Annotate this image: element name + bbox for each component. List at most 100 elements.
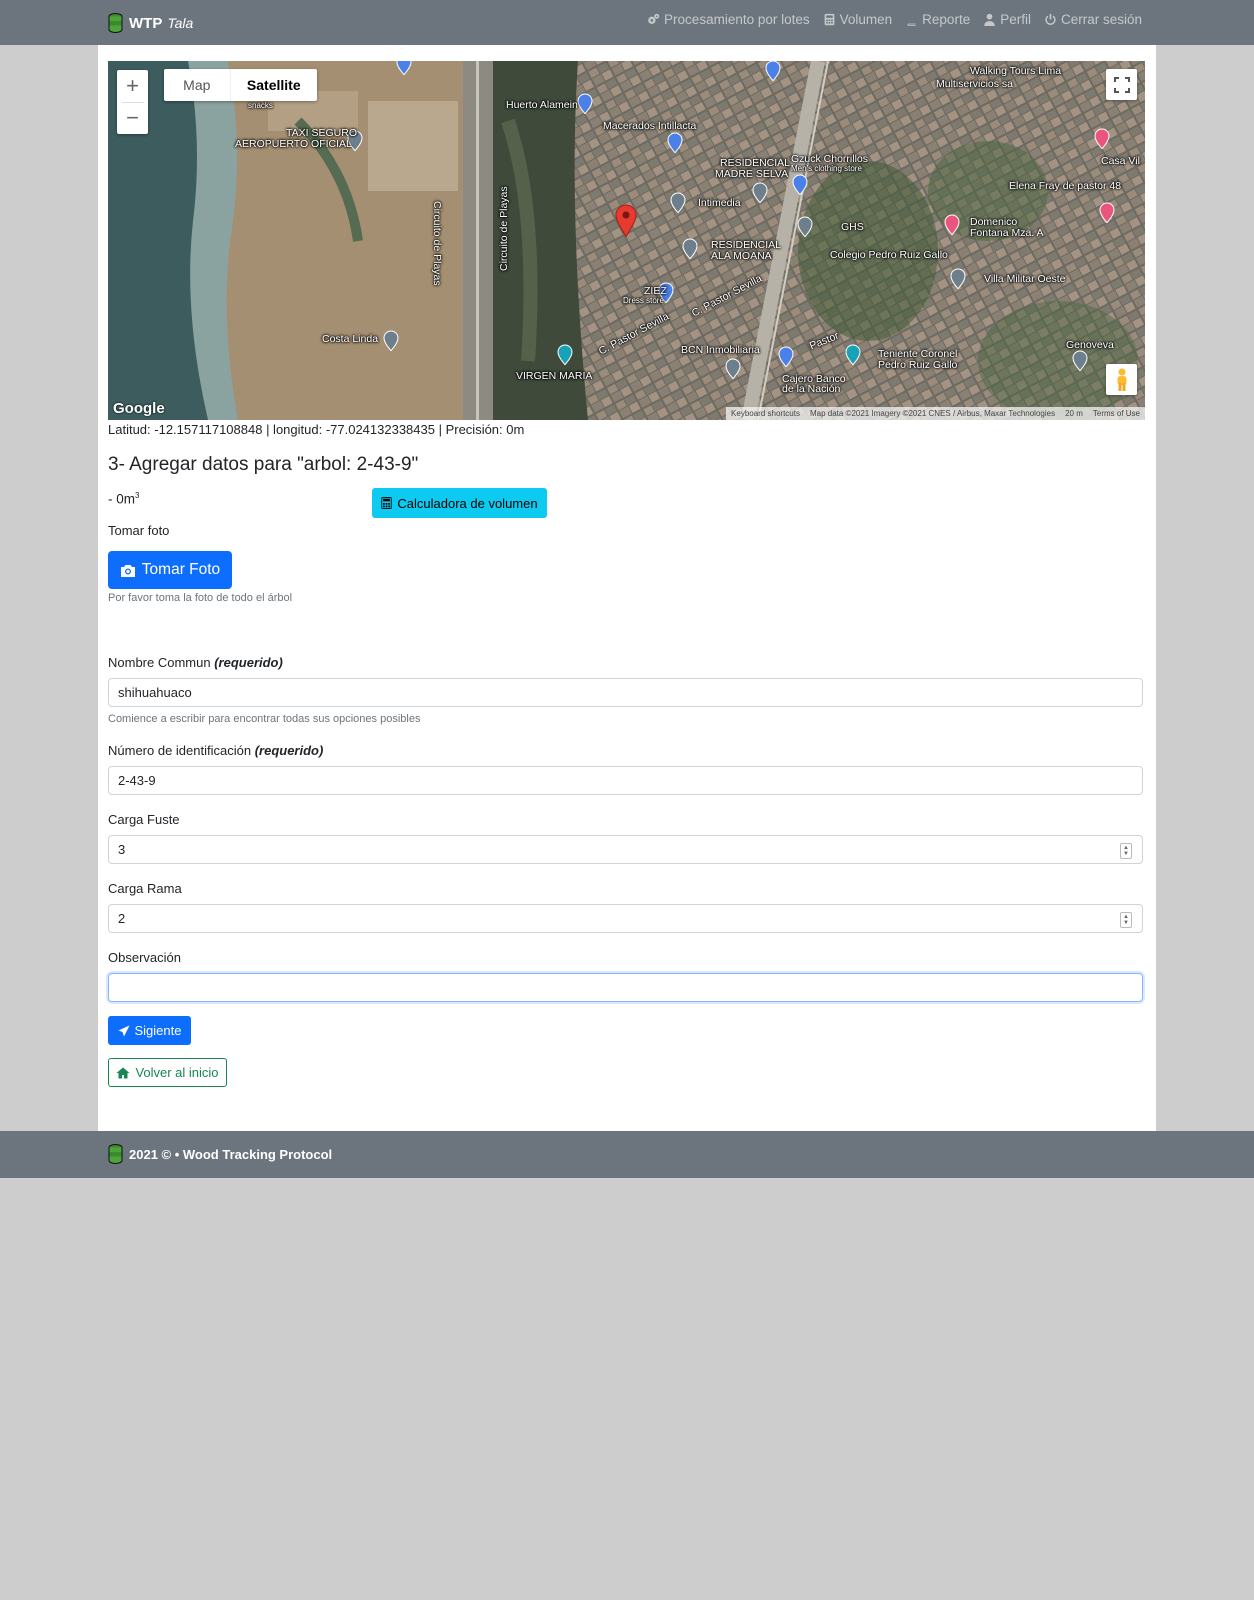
map-label: Intimedia bbox=[698, 197, 741, 209]
map-label: Men's clothing store bbox=[791, 164, 862, 173]
nav-label: Reporte bbox=[922, 12, 971, 27]
database-icon bbox=[108, 1144, 123, 1164]
map-label: de la Nación bbox=[782, 383, 841, 395]
id-number-label: Número de identificación (requerido) bbox=[108, 743, 323, 758]
common-name-help-text: Comience a escribir para encontrar todas… bbox=[108, 713, 421, 725]
map-label: Genoveva bbox=[1066, 339, 1114, 351]
street-view-pegman[interactable] bbox=[1106, 364, 1137, 395]
map-label: ALA MOANA bbox=[711, 250, 772, 262]
nav-label: Cerrar sesión bbox=[1060, 12, 1142, 27]
map-label: VIRGEN MARIA bbox=[516, 370, 593, 382]
map-label: Huerto Alamein bbox=[506, 99, 578, 111]
map-label: AEROPUERTO OFICIAL bbox=[235, 138, 352, 150]
map-label: Elena Fray de pastor 48 bbox=[1009, 180, 1122, 192]
button-label: Sigiente bbox=[134, 1023, 182, 1038]
carga-fuste-input[interactable]: 3 ▲ ▼ bbox=[108, 835, 1143, 864]
nav-label: Volumen bbox=[839, 12, 893, 27]
stepper-down-icon[interactable]: ▼ bbox=[1123, 920, 1129, 926]
nav-perfil[interactable]: Perfil bbox=[983, 12, 1031, 27]
zoom-out-button[interactable]: − bbox=[117, 102, 148, 134]
coordinates-readout: Latitud: -12.157117108848 | longitud: -7… bbox=[108, 422, 525, 437]
observacion-input[interactable] bbox=[108, 973, 1143, 1002]
brand-subtitle: Tala bbox=[167, 15, 194, 31]
gears-icon bbox=[648, 13, 660, 24]
map-label: BCN Inmobiliaria bbox=[681, 344, 760, 356]
satellite-map[interactable]: Huerto Alamein Macerados Intillacta Walk… bbox=[108, 61, 1145, 420]
back-home-button[interactable]: Volver al inicio bbox=[108, 1058, 227, 1087]
stepper-down-icon[interactable]: ▼ bbox=[1123, 851, 1129, 857]
map-label: Pedro Ruiz Gallo bbox=[878, 359, 958, 371]
brand[interactable]: WTP Tala bbox=[108, 12, 193, 34]
volume-text: - 0m bbox=[108, 491, 135, 507]
next-button[interactable]: Sigiente bbox=[108, 1016, 191, 1045]
volume-calculator-button[interactable]: Calculadora de volumen bbox=[372, 488, 547, 518]
fullscreen-icon bbox=[1113, 76, 1130, 93]
map-label: GHS bbox=[841, 221, 864, 233]
button-label: Calculadora de volumen bbox=[397, 495, 538, 511]
number-stepper[interactable]: ▲ ▼ bbox=[1120, 843, 1132, 859]
required-tag: (requerido) bbox=[254, 743, 324, 758]
map-label: Circuito de Playas bbox=[431, 201, 443, 286]
input-value: shihuahuaco bbox=[118, 685, 192, 700]
carga-rama-label: Carga Rama bbox=[108, 881, 182, 896]
map-label: Colegio Pedro Ruiz Gallo bbox=[830, 249, 948, 261]
book-icon bbox=[907, 13, 916, 26]
input-value: 2-43-9 bbox=[118, 773, 156, 788]
common-name-input[interactable]: shihuahuaco bbox=[108, 678, 1143, 707]
paper-plane-icon bbox=[118, 1025, 129, 1036]
footer-text-group: 2021 © • Wood Tracking Protocol bbox=[108, 1144, 332, 1164]
power-icon bbox=[1045, 13, 1056, 25]
map-label: Multiservicios sa bbox=[936, 78, 1014, 90]
nav-label: Perfil bbox=[1000, 12, 1031, 27]
map-label: Costa Linda bbox=[322, 333, 379, 345]
map-type-map-button[interactable]: Map bbox=[164, 69, 231, 101]
map-label: Circuito de Playas bbox=[498, 186, 510, 271]
zoom-in-button[interactable]: + bbox=[117, 70, 148, 102]
map-label: Fontana Mza. A bbox=[970, 227, 1044, 239]
brand-name: WTP bbox=[129, 14, 163, 32]
number-stepper[interactable]: ▲ ▼ bbox=[1120, 912, 1132, 928]
button-label: Tomar Foto bbox=[141, 561, 221, 578]
home-icon bbox=[116, 1067, 130, 1078]
map-label: snacks bbox=[248, 101, 273, 110]
map-label: Villa Militar Oeste bbox=[984, 273, 1066, 285]
volume-unit-sup: 3 bbox=[135, 491, 140, 500]
label-text: Número de identificación bbox=[108, 743, 252, 758]
common-name-label: Nombre Commun (requerido) bbox=[108, 655, 283, 670]
take-photo-button[interactable]: Tomar Foto bbox=[108, 551, 232, 589]
keyboard-shortcuts-link[interactable]: Keyboard shortcuts bbox=[731, 409, 800, 418]
nav-label: Procesamiento por lotes bbox=[664, 12, 810, 27]
terms-of-use-link[interactable]: Terms of Use bbox=[1093, 409, 1140, 418]
page-title: 3- Agregar datos para "arbol: 2-43-9" bbox=[108, 454, 419, 475]
calculator-icon bbox=[824, 13, 834, 26]
camera-icon bbox=[120, 564, 135, 577]
id-number-input[interactable]: 2-43-9 bbox=[108, 766, 1143, 795]
map-label: Dress store bbox=[623, 296, 664, 305]
nav-procesamiento-por-lotes[interactable]: Procesamiento por lotes bbox=[647, 12, 810, 27]
map-attribution: Keyboard shortcuts Map data ©2021 Imager… bbox=[726, 407, 1145, 420]
map-imagery bbox=[108, 61, 1145, 420]
fullscreen-button[interactable] bbox=[1106, 69, 1137, 100]
map-label: Casa Vil bbox=[1101, 155, 1140, 167]
nav-reporte[interactable]: Reporte bbox=[905, 12, 970, 27]
map-label: Macerados Intillacta bbox=[603, 120, 697, 132]
map-data-text: Map data ©2021 Imagery ©2021 CNES / Airb… bbox=[809, 409, 1056, 418]
nav-cerrar-sesion[interactable]: Cerrar sesión bbox=[1044, 12, 1142, 27]
volume-value: - 0m3 bbox=[108, 491, 139, 507]
database-icon bbox=[108, 13, 123, 33]
calculator-icon bbox=[381, 497, 393, 509]
photo-help-text: Por favor toma la foto de todo el árbol bbox=[108, 592, 293, 604]
navbar: WTP Tala Procesamiento por lotes Volumen… bbox=[0, 0, 1254, 45]
nav-links: Procesamiento por lotes Volumen Reporte … bbox=[647, 12, 1142, 27]
carga-rama-input[interactable]: 2 ▲ ▼ bbox=[108, 904, 1143, 933]
carga-fuste-label: Carga Fuste bbox=[108, 812, 180, 827]
map-type-satellite-button[interactable]: Satellite bbox=[231, 69, 317, 101]
map-type-control: Map Satellite bbox=[164, 69, 317, 101]
label-text: Nombre Commun bbox=[108, 655, 211, 670]
photo-label: Tomar foto bbox=[108, 523, 170, 538]
map-scale[interactable]: 20 m bbox=[1065, 409, 1083, 418]
observacion-label: Observación bbox=[108, 950, 181, 965]
google-logo: Google bbox=[113, 400, 165, 417]
nav-volumen[interactable]: Volumen bbox=[823, 12, 893, 27]
map-label: Walking Tours Lima bbox=[970, 65, 1062, 77]
